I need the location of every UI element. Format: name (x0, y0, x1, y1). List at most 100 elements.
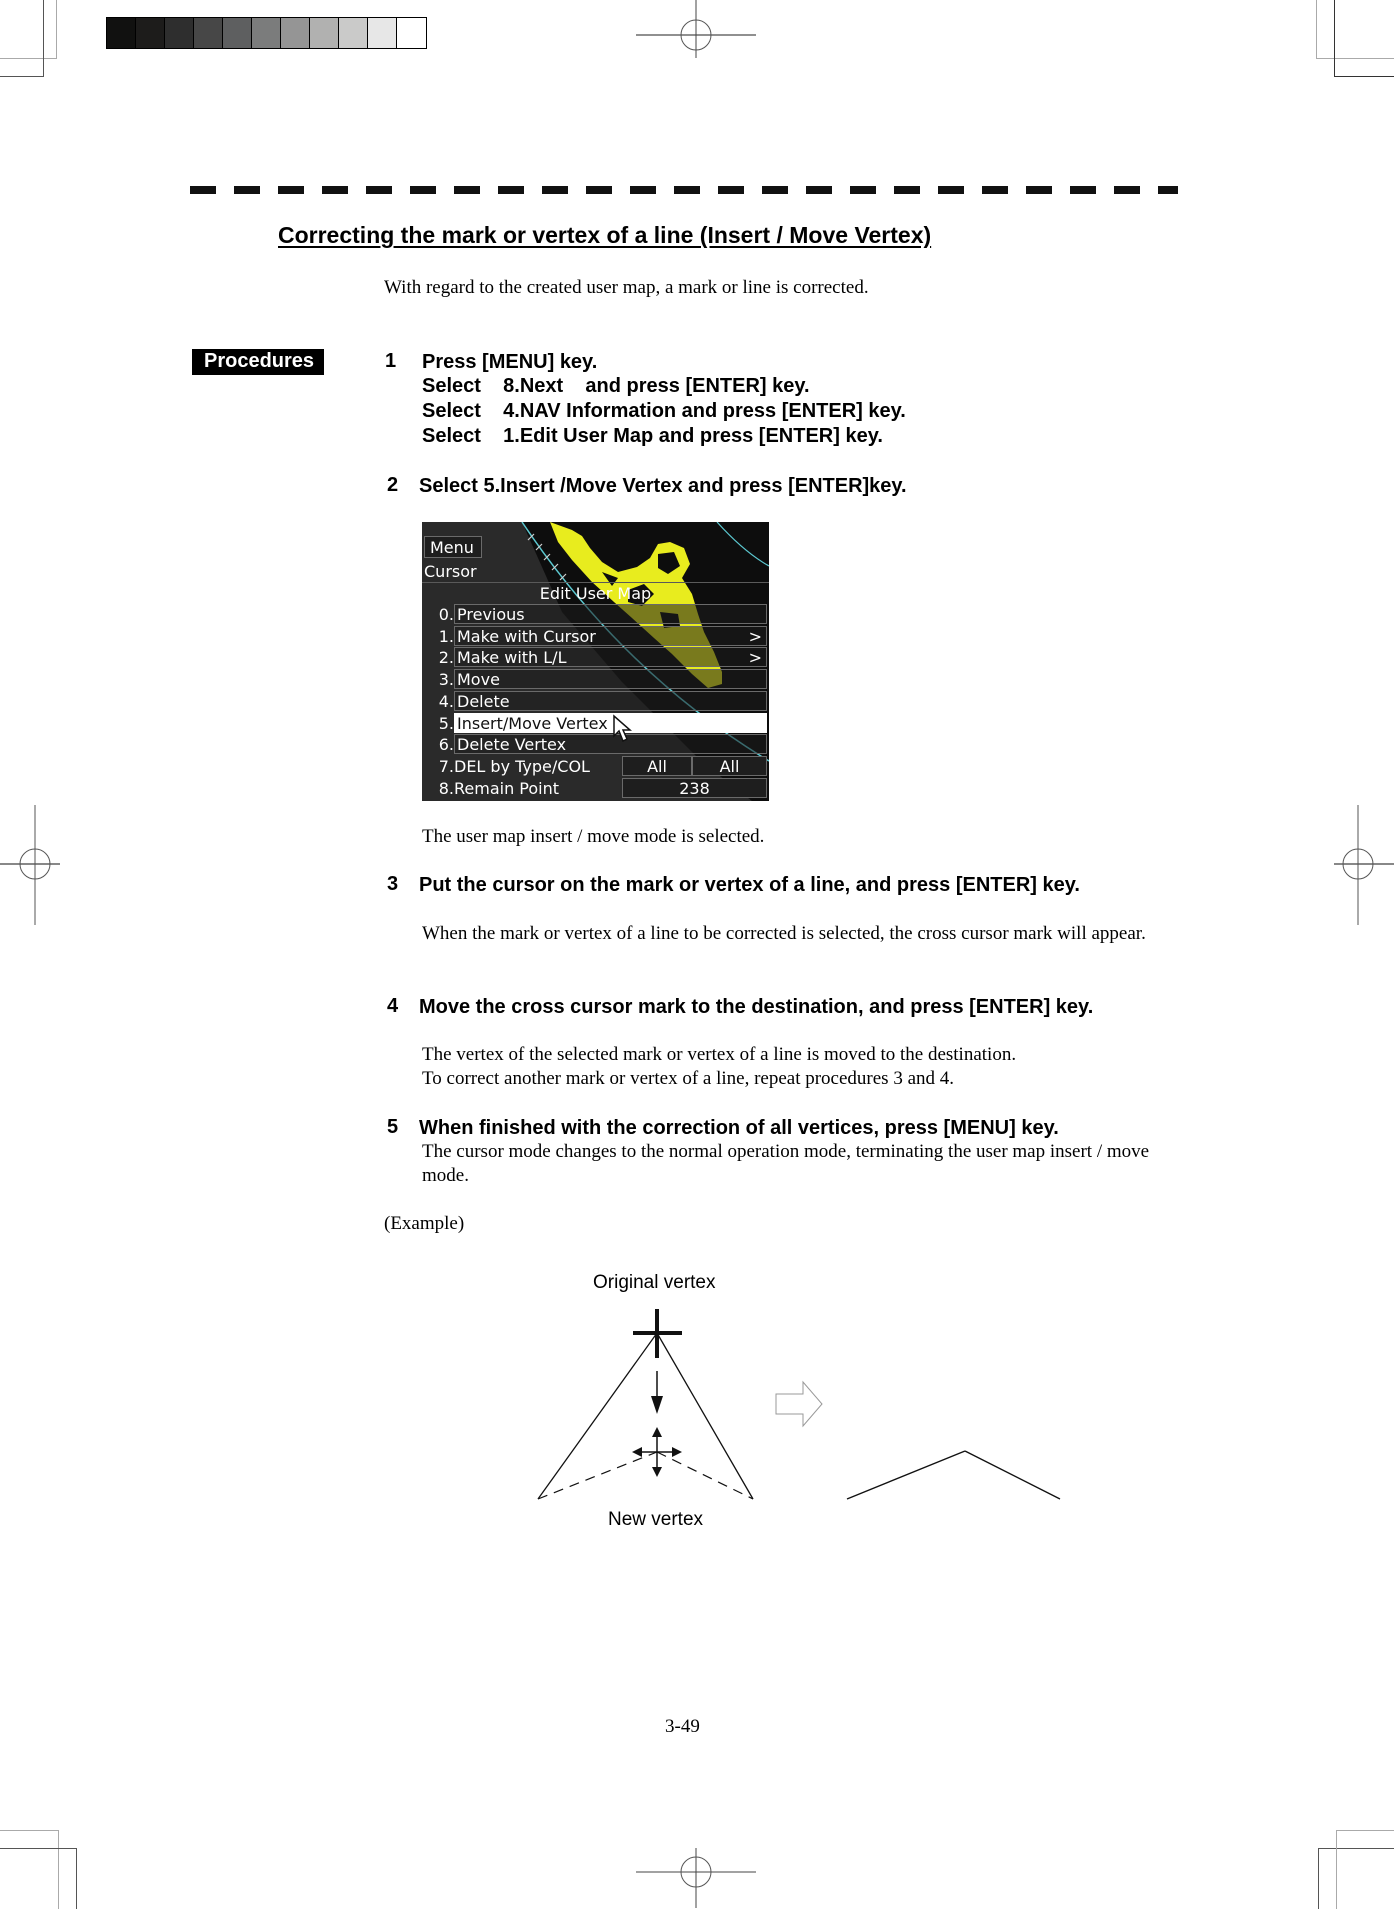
gray-swatch (397, 18, 426, 48)
menu-item-button[interactable]: Delete Vertex (454, 734, 767, 755)
menu-item-number: 8. (438, 779, 454, 798)
gray-scale-calibration-bar (106, 17, 427, 49)
registration-mark-bottom (636, 1848, 756, 1908)
result-arrow-icon (775, 1380, 823, 1428)
gray-swatch (339, 18, 368, 48)
cross-cursor-icon (633, 1309, 682, 1358)
section-divider-dashed (190, 186, 1178, 194)
original-vertex-label: Original vertex (593, 1272, 716, 1293)
menu-item[interactable]: 5. Insert/Move Vertex (422, 712, 769, 735)
step-4-line-1: Move the cross cursor mark to the destin… (419, 996, 1094, 1018)
edit-user-map-screenshot: Menu Cursor Edit User Map 0. Previous 1. Ma… (422, 522, 769, 801)
menu-item-number: 6. (438, 735, 454, 755)
gray-swatch (165, 18, 194, 48)
original-line-left (537, 1332, 658, 1500)
menu-item[interactable]: 6. Delete Vertex (422, 734, 769, 756)
page-number: 3-49 (665, 1716, 700, 1737)
step-4-note-line-2: To correct another mark or vertex of a l… (422, 1068, 955, 1089)
move-down-arrow-icon (651, 1371, 663, 1414)
menu-item-button[interactable]: Move (454, 669, 767, 690)
vertex-example-diagram (537, 1309, 1061, 1500)
procedures-badge: Procedures (192, 349, 325, 375)
mouse-pointer-icon (613, 714, 632, 743)
step-2-line-1: Select 5.Insert /Move Vertex and press [… (419, 475, 907, 497)
menu-item-del-by-type[interactable]: 7. DEL by Type/COL All All (422, 756, 769, 778)
result-line-left (846, 1450, 966, 1500)
new-line-left (537, 1451, 658, 1500)
menu-item[interactable]: 4. Delete (422, 690, 769, 713)
step-1-line-1: Press [MENU] key. (422, 351, 598, 373)
step-1-line-2: Select 8.Next and press [ENTER] key. (422, 375, 810, 397)
crop-mark-bottom-right-inner (1336, 1830, 1394, 1909)
example-label: (Example) (384, 1213, 465, 1234)
gray-swatch (252, 18, 281, 48)
gray-swatch (310, 18, 339, 48)
step-2-note: The user map insert / move mode is selec… (422, 826, 765, 847)
registration-mark-top (636, 0, 756, 58)
menu-tag: Menu (424, 536, 482, 558)
chevron-right-icon: > (748, 626, 762, 646)
menu-item-label: Previous (457, 605, 525, 624)
gray-swatch (281, 18, 310, 48)
menu-item-label: Make with Cursor (457, 626, 596, 646)
section-title: Correcting the mark or vertex of a line … (278, 222, 932, 248)
crop-mark-top-left-inner (0, 0, 44, 77)
menu-item-button[interactable]: Previous (454, 604, 767, 624)
menu-item-label: Delete Vertex (457, 735, 567, 755)
menu-item-label: Insert/Move Vertex (457, 713, 608, 733)
step-3-note: When the mark or vertex of a line to be … (422, 923, 1146, 944)
menu-item[interactable]: 0. Previous (422, 604, 769, 626)
step-3-number: 3 (387, 873, 399, 895)
result-line-right (964, 1450, 1061, 1500)
step-5-number: 5 (387, 1116, 399, 1138)
step-4-number: 4 (387, 995, 399, 1017)
menu-item-label: Remain Point (454, 779, 560, 798)
gray-swatch (107, 18, 136, 48)
menu-item-number: 7. (438, 757, 454, 776)
step-1-line-4: Select 1.Edit User Map and press [ENTER]… (422, 425, 883, 447)
menu-item-button[interactable]: Make with Cursor > (454, 625, 767, 646)
menu-item[interactable]: 2. Make with L/L > (422, 647, 769, 669)
new-line-right (656, 1451, 754, 1500)
panel-title: Edit User Map (422, 582, 769, 604)
menu-item-label: Make with L/L (457, 648, 567, 668)
gray-swatch (223, 18, 252, 48)
menu-item-number: 5. (438, 713, 454, 733)
type-value[interactable]: All (622, 756, 692, 776)
col-value[interactable]: All (692, 756, 767, 776)
step-1-line-3: Select 4.NAV Information and press [ENTE… (422, 400, 906, 422)
menu-item-number: 3. (438, 670, 454, 690)
menu-item-remain-point: 8. Remain Point 238 (422, 778, 769, 800)
new-vertex-label: New vertex (608, 1509, 704, 1530)
gray-swatch (136, 18, 165, 48)
intro-text: With regard to the created user map, a m… (384, 277, 869, 298)
menu-item-button[interactable]: Make with L/L > (454, 647, 767, 668)
menu-item-label: Move (457, 670, 500, 690)
menu-item-number: 0. (438, 605, 454, 624)
step-1-number: 1 (385, 350, 397, 372)
step-5-note: The cursor mode changes to the normal op… (422, 1141, 1150, 1186)
step-3-line-1: Put the cursor on the mark or vertex of … (419, 874, 1080, 896)
menu-item-button[interactable]: Delete (454, 690, 767, 711)
menu-item-button[interactable]: Insert/Move Vertex (454, 712, 767, 733)
menu-item[interactable]: 1. Make with Cursor > (422, 625, 769, 648)
menu-item-number: 2. (438, 648, 454, 668)
menu-item-number: 1. (438, 626, 454, 646)
registration-mark-right (1334, 805, 1394, 925)
menu-item-number: 4. (438, 691, 454, 711)
crop-mark-bottom-left-inner (0, 1848, 77, 1909)
step-4-note-line-1: The vertex of the selected mark or verte… (422, 1044, 1017, 1065)
step-5-line-1: When finished with the correction of all… (419, 1117, 1059, 1139)
gray-swatch (194, 18, 223, 48)
menu-item-label: Delete (457, 691, 510, 711)
cursor-label: Cursor (424, 562, 477, 581)
chevron-right-icon: > (748, 648, 762, 668)
gray-swatch (368, 18, 397, 48)
original-line-right (656, 1332, 754, 1500)
menu-item[interactable]: 3. Move (422, 669, 769, 691)
step-2-number: 2 (387, 474, 399, 496)
menu-item-label: DEL by Type/COL (454, 757, 590, 776)
registration-mark-left (0, 805, 60, 925)
crop-mark-top-right-inner (1334, 0, 1394, 77)
remain-point-value: 238 (622, 778, 767, 798)
